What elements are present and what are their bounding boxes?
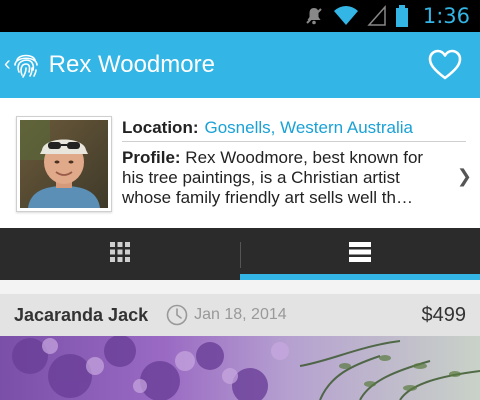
view-mode-tabs	[0, 228, 480, 280]
artwork-item-header[interactable]: Jacaranda Jack Jan 18, 2014 $499	[0, 294, 480, 336]
battery-icon	[395, 4, 409, 28]
artwork-title: Jacaranda Jack	[14, 304, 149, 325]
profile-info: Location: Gosnells, Western Australia Pro…	[122, 116, 466, 228]
artwork-price: $499	[421, 303, 467, 326]
signal-icon	[367, 5, 387, 27]
profile-text-line1: Rex Woodmore, best known for	[180, 148, 424, 167]
location-row: Location: Gosnells, Western Australia	[122, 116, 466, 142]
list-view-icon	[349, 241, 371, 267]
favorite-heart-icon[interactable]	[428, 49, 462, 81]
artwork-date: Jan 18, 2014	[194, 306, 287, 323]
fingerprint-icon	[11, 50, 41, 80]
action-bar: ‹ Rex Woodmore	[0, 32, 480, 98]
artwork-painting	[0, 336, 480, 400]
artwork-image[interactable]	[0, 336, 480, 400]
avatar	[20, 120, 108, 208]
chevron-right-icon[interactable]: ❯	[457, 166, 472, 187]
status-bar: 1:36	[0, 0, 480, 32]
grid-view-icon	[110, 241, 130, 267]
page-title: Rex Woodmore	[48, 51, 215, 78]
profile-line: Profile: Rex Woodmore, best known for	[122, 148, 466, 168]
tab-grid-view[interactable]	[0, 228, 240, 280]
spacer	[0, 280, 480, 294]
profile-text-line3: whose family friendly art sells well th…	[122, 188, 413, 207]
chevron-left-icon: ‹	[4, 52, 11, 75]
tab-list-view[interactable]	[240, 228, 480, 280]
artwork-date-group: Jan 18, 2014	[166, 304, 287, 326]
up-navigation-button[interactable]: ‹	[4, 50, 41, 80]
location-link[interactable]: Gosnells, Western Australia	[205, 118, 414, 137]
avatar-frame	[16, 116, 112, 212]
artist-profile-card[interactable]: Location: Gosnells, Western Australia Pro…	[0, 98, 480, 228]
mute-icon	[303, 5, 325, 27]
clock-icon	[166, 304, 188, 326]
profile-description: Profile: Rex Woodmore, best known for hi…	[122, 148, 466, 208]
location-label: Location:	[122, 118, 199, 137]
status-time: 1:36	[422, 4, 470, 28]
profile-label: Profile:	[122, 148, 181, 167]
profile-text-line2: his tree paintings, is a Christian artis…	[122, 168, 400, 187]
wifi-icon	[333, 5, 359, 27]
